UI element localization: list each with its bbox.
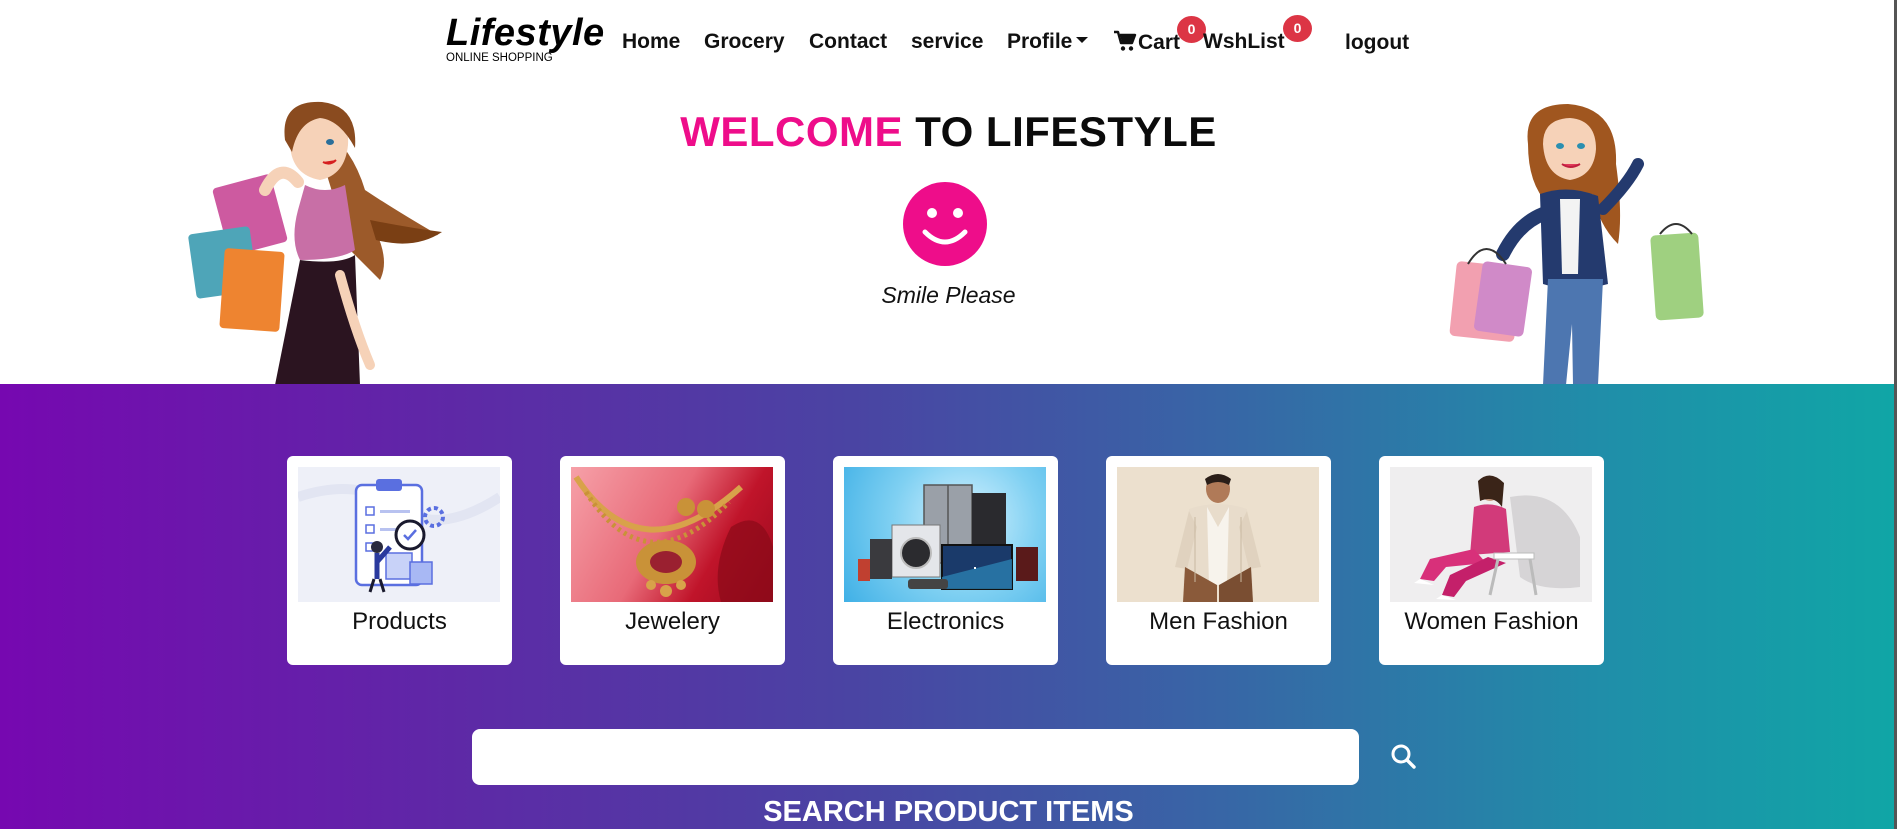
welcome-rest: TO LIFESTYLE bbox=[915, 108, 1217, 155]
category-label: Products bbox=[352, 608, 447, 635]
smiley-face-icon bbox=[903, 182, 987, 266]
nav-home-link[interactable]: Home bbox=[622, 30, 680, 54]
category-card-jewelery[interactable]: Jewelery bbox=[560, 456, 785, 665]
category-label: Jewelery bbox=[625, 608, 720, 635]
top-navbar: Lifestyle ONLINE SHOPPING Home Grocery C… bbox=[0, 0, 1897, 84]
nav-wishlist-link[interactable]: WshList bbox=[1203, 30, 1285, 54]
clipboard-checklist-illustration bbox=[298, 467, 500, 602]
category-section: Products Jewelery Electronics Men Fashio… bbox=[0, 384, 1897, 829]
caret-down-icon bbox=[1076, 37, 1089, 44]
nav-grocery-link[interactable]: Grocery bbox=[704, 30, 785, 54]
nav-profile-dropdown[interactable]: Profile bbox=[1007, 30, 1089, 54]
category-card-women-fashion[interactable]: Women Fashion bbox=[1379, 456, 1604, 665]
gold-necklace-photo bbox=[571, 467, 773, 602]
category-label: Women Fashion bbox=[1404, 608, 1579, 635]
welcome-highlight: WELCOME bbox=[680, 108, 904, 155]
category-card-products[interactable]: Products bbox=[287, 456, 512, 665]
nav-service-link[interactable]: service bbox=[911, 30, 983, 54]
profile-label: Profile bbox=[1007, 30, 1073, 53]
shopping-girl-left-illustration bbox=[188, 101, 442, 385]
brand-title: Lifestyle bbox=[446, 12, 605, 54]
nav-cart-link[interactable]: Cart bbox=[1113, 30, 1180, 55]
wishlist-count-badge: 0 bbox=[1283, 15, 1312, 42]
category-label: Men Fashion bbox=[1149, 608, 1288, 635]
search-input[interactable] bbox=[472, 729, 1359, 785]
search-section-title: SEARCH PRODUCT ITEMS bbox=[763, 796, 1134, 828]
man-shirt-photo bbox=[1117, 467, 1319, 602]
cart-icon bbox=[1114, 30, 1137, 51]
search-icon[interactable] bbox=[1386, 739, 1422, 775]
category-label: Electronics bbox=[886, 608, 1005, 635]
woman-pink-suit-photo bbox=[1390, 467, 1592, 602]
cart-count-badge: 0 bbox=[1177, 16, 1206, 43]
nav-logout-link[interactable]: logout bbox=[1345, 31, 1409, 55]
category-card-electronics[interactable]: Electronics bbox=[833, 456, 1058, 665]
shopping-girl-right-illustration bbox=[1449, 104, 1704, 385]
brand-logo[interactable]: Lifestyle ONLINE SHOPPING bbox=[446, 12, 605, 64]
category-card-men-fashion[interactable]: Men Fashion bbox=[1106, 456, 1331, 665]
nav-contact-link[interactable]: Contact bbox=[809, 30, 887, 54]
cart-label: Cart bbox=[1138, 31, 1181, 54]
appliances-photo bbox=[844, 467, 1046, 602]
